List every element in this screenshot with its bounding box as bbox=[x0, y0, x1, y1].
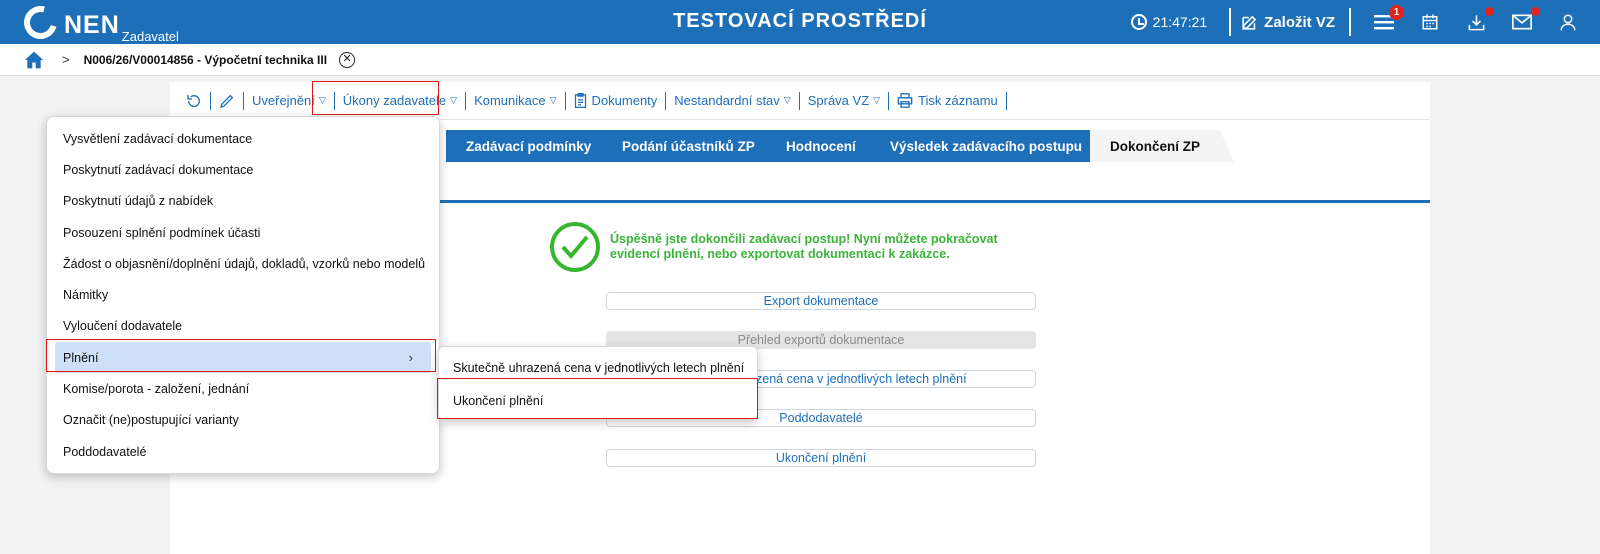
tab-vysledek-zadavaciho-postupu[interactable]: Výsledek zadávacího postupu bbox=[870, 130, 1104, 162]
header-actions: 21:47:21 Založit VZ 1 bbox=[1130, 0, 1600, 44]
refresh-icon bbox=[187, 94, 200, 107]
calendar-button[interactable] bbox=[1418, 10, 1442, 34]
triangle-down-icon: ▽ bbox=[549, 95, 557, 105]
menu-item[interactable]: Vysvětlení zadávací dokumentace bbox=[47, 123, 439, 154]
tab-hodnoceni[interactable]: Hodnocení bbox=[766, 130, 884, 162]
menu-item[interactable]: Posouzení splnění podmínek účasti bbox=[47, 217, 439, 248]
menu-item[interactable]: Vyloučení dodavatele bbox=[47, 311, 439, 342]
close-icon[interactable]: ✕ bbox=[339, 51, 356, 68]
success-banner: Úspěšně jste dokončili zadávací postup! … bbox=[550, 222, 1050, 272]
toolbar-label: Úkony zadavatele bbox=[342, 93, 447, 108]
create-vz-button[interactable]: Založit VZ bbox=[1241, 14, 1335, 31]
check-circle-icon bbox=[550, 222, 600, 272]
clock-time: 21:47:21 bbox=[1152, 14, 1208, 30]
mail-icon bbox=[1512, 14, 1532, 30]
triangle-down-icon: ▽ bbox=[783, 95, 791, 105]
toolbar-sprava-vz[interactable]: Správa VZ ▽ bbox=[800, 91, 890, 110]
chevron-right-icon: > bbox=[62, 52, 70, 67]
menu-button[interactable]: 1 bbox=[1372, 5, 1404, 34]
toolbar-label: Dokumenty bbox=[591, 93, 658, 108]
breadcrumb: > N006/26/V00014856 - Výpočetní technika… bbox=[0, 44, 1600, 76]
toolbar-tisk-zaznamu[interactable]: Tisk záznamu bbox=[889, 91, 1007, 110]
toolbar-nestandardni-stav[interactable]: Nestandardní stav ▽ bbox=[666, 91, 800, 110]
toolbar-label: Komunikace bbox=[474, 93, 546, 108]
user-button[interactable] bbox=[1556, 10, 1580, 34]
toolbar-label: Nestandardní stav bbox=[674, 93, 780, 108]
pencil-icon bbox=[220, 94, 234, 108]
toolbar-label: Uveřejnění bbox=[252, 93, 315, 108]
toolbar-ukony-zadavatele[interactable]: Úkony zadavatele ▽ bbox=[335, 91, 467, 110]
calendar-icon bbox=[1422, 14, 1438, 30]
download-indicator bbox=[1485, 7, 1494, 16]
menu-item[interactable]: Námitky bbox=[47, 279, 439, 310]
menu-item[interactable]: Poddodavatelé bbox=[47, 436, 439, 467]
refresh-button[interactable] bbox=[178, 91, 211, 110]
divider bbox=[1349, 8, 1351, 36]
ukony-zadavatele-menu: Vysvětlení zadávací dokumentace Poskytnu… bbox=[46, 116, 440, 474]
notification-badge: 1 bbox=[1389, 5, 1404, 20]
logo-subtitle: Zadavatel bbox=[121, 29, 179, 44]
menu-item[interactable]: Žádost o objasnění/doplnění údajů, dokla… bbox=[47, 248, 439, 279]
toolbar-label: Tisk záznamu bbox=[918, 93, 998, 108]
tab-podani-ucastniku[interactable]: Podání účastníků ZP bbox=[602, 130, 780, 162]
home-icon[interactable] bbox=[24, 50, 44, 70]
triangle-down-icon: ▽ bbox=[450, 95, 458, 105]
menu-item[interactable]: Komise/porota - založení, jednání bbox=[47, 373, 439, 404]
edit-button[interactable] bbox=[211, 91, 244, 110]
toolbar-komunikace[interactable]: Komunikace ▽ bbox=[466, 91, 566, 110]
toolbar-uverejneni[interactable]: Uveřejnění ▽ bbox=[244, 91, 335, 110]
clock-icon bbox=[1130, 14, 1147, 30]
success-message: Úspěšně jste dokončili zadávací postup! … bbox=[610, 232, 998, 261]
toolbar-label: Správa VZ bbox=[807, 93, 870, 108]
user-icon bbox=[1560, 14, 1576, 31]
chevron-right-icon: › bbox=[408, 350, 413, 366]
action-toolbar: Uveřejnění ▽ Úkony zadavatele ▽ Komunikace… bbox=[170, 82, 1430, 120]
plneni-submenu: Skutečně uhrazená cena v jednotlivých le… bbox=[438, 346, 758, 420]
nen-logo[interactable]: NEN Zadavatel bbox=[17, 0, 179, 46]
clipboard-icon bbox=[574, 93, 586, 108]
logo-ring-icon bbox=[17, 0, 64, 46]
menu-item[interactable]: Označit (ne)postupující varianty bbox=[47, 405, 439, 436]
messages-indicator bbox=[1531, 7, 1540, 16]
triangle-down-icon: ▽ bbox=[318, 95, 326, 105]
submenu-item-skutecne-uhrazena-cena[interactable]: Skutečně uhrazená cena v jednotlivých le… bbox=[439, 351, 757, 384]
messages-button[interactable] bbox=[1510, 7, 1540, 34]
divider bbox=[1229, 8, 1232, 36]
ukonceni-plneni-button[interactable]: Ukončení plnění bbox=[606, 449, 1036, 467]
download-button[interactable] bbox=[1464, 7, 1494, 34]
toolbar-dokumenty[interactable]: Dokumenty bbox=[566, 91, 667, 110]
tab-zadavaci-podminky[interactable]: Zadávací podmínky bbox=[446, 130, 616, 162]
breadcrumb-current: N006/26/V00014856 - Výpočetní technika I… bbox=[83, 52, 328, 67]
session-clock: 21:47:21 bbox=[1130, 14, 1208, 30]
menu-item-label: Plnění bbox=[63, 350, 99, 365]
logo-text: NEN bbox=[64, 11, 120, 39]
download-icon bbox=[1468, 14, 1484, 30]
menu-item-plneni[interactable]: Plnění › bbox=[55, 342, 431, 374]
menu-item[interactable]: Poskytnutí zadávací dokumentace bbox=[47, 154, 439, 185]
export-dokumentace-button[interactable]: Export dokumentace bbox=[606, 292, 1036, 310]
submenu-item-ukonceni-plneni[interactable]: Ukončení plnění bbox=[439, 384, 757, 417]
top-bar: NEN Zadavatel TESTOVACÍ PROSTŘEDÍ 21:47:… bbox=[0, 0, 1600, 46]
menu-item[interactable]: Poskytnutí údajů z nabídek bbox=[47, 186, 439, 217]
edit-icon bbox=[1242, 15, 1257, 30]
printer-icon bbox=[897, 93, 913, 108]
triangle-down-icon: ▽ bbox=[873, 95, 881, 105]
tab-dokonceni-zp[interactable]: Dokončení ZP bbox=[1090, 130, 1234, 162]
create-vz-label: Založit VZ bbox=[1264, 13, 1335, 31]
tab-underline bbox=[440, 200, 1430, 203]
